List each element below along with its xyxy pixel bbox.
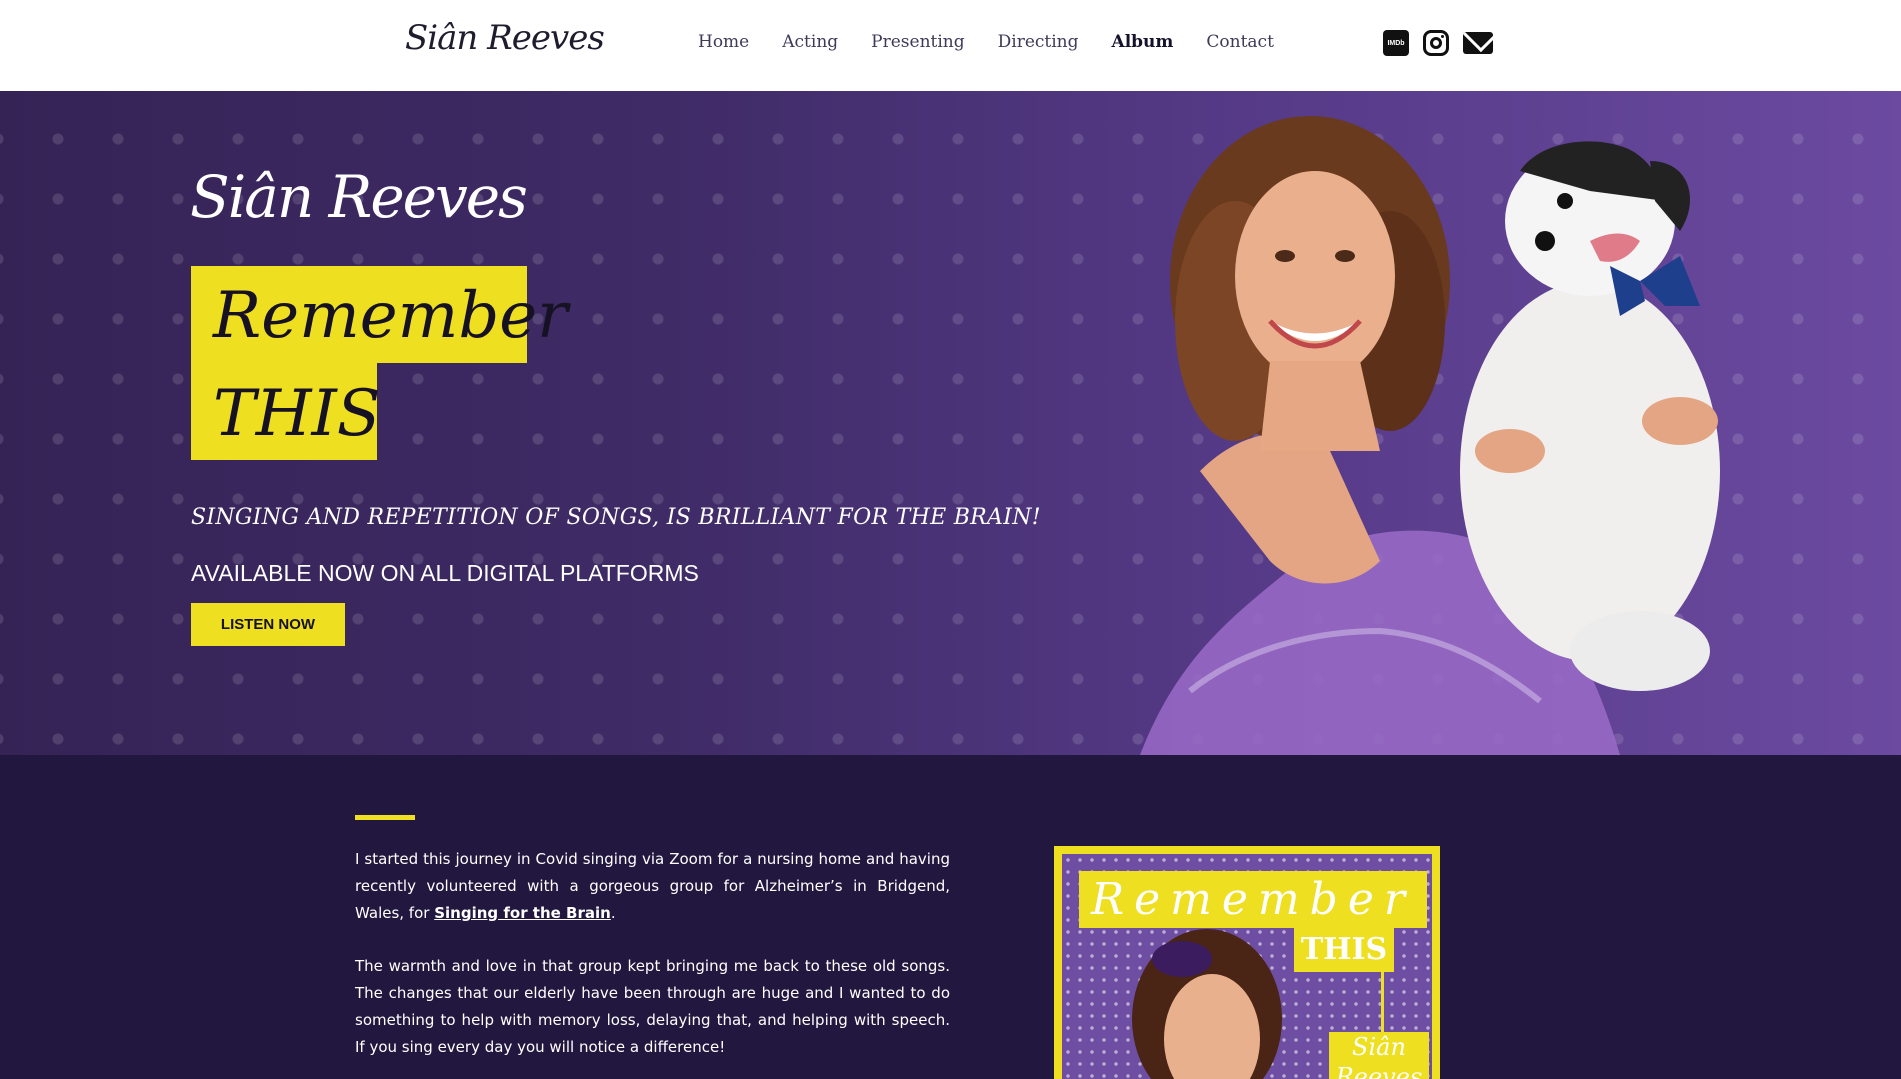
paragraph-text-end: . [610, 904, 616, 922]
instagram-icon[interactable] [1423, 30, 1449, 56]
story-paragraph-1: I started this journey in Covid singing … [355, 846, 950, 927]
hero-photo [1140, 116, 1720, 755]
album-cover-line [1381, 972, 1384, 1032]
hero-title-line2: THIS [213, 377, 381, 451]
album-story-section: I started this journey in Covid singing … [0, 755, 1901, 1079]
imdb-icon[interactable]: IMDb [1383, 30, 1409, 56]
nav-album[interactable]: Album [1112, 32, 1174, 52]
accent-divider [355, 815, 415, 820]
nav-presenting[interactable]: Presenting [871, 32, 964, 52]
social-links: IMDb [1383, 30, 1493, 56]
story-paragraph-2: The warmth and love in that group kept b… [355, 957, 950, 1056]
envelope-icon[interactable] [1463, 32, 1493, 54]
album-cover-title1: Remember [1079, 871, 1427, 928]
album-cover-image: Remember THIS Siân Reeves [1054, 846, 1440, 1079]
listen-now-button[interactable]: LISTEN NOW [191, 603, 345, 646]
nav-acting[interactable]: Acting [782, 32, 838, 52]
album-cover-artist: Siân Reeves [1329, 1032, 1429, 1079]
hero-tagline: SINGING AND REPETITION OF SONGS, IS BRIL… [191, 505, 1041, 530]
album-cover-title2: THIS [1294, 928, 1394, 972]
nav-directing[interactable]: Directing [998, 32, 1079, 52]
hero-banner: Siân Reeves Remember THIS SINGING AND RE… [0, 91, 1901, 755]
nav-contact[interactable]: Contact [1206, 32, 1274, 52]
album-cover-portrait [1132, 929, 1282, 1079]
imdb-label: IMDb [1387, 39, 1405, 47]
availability-text: AVAILABLE NOW ON ALL DIGITAL PLATFORMS [191, 560, 699, 586]
nav-home[interactable]: Home [698, 32, 749, 52]
singing-for-the-brain-link[interactable]: Singing for the Brain [434, 904, 611, 922]
site-header: Siân Reeves Home Acting Presenting Direc… [0, 0, 1901, 91]
hero-signature: Siân Reeves [190, 163, 528, 231]
main-nav: Home Acting Presenting Directing Album C… [698, 32, 1307, 52]
site-logo[interactable]: Siân Reeves [405, 18, 605, 58]
hero-title-line1: Remember [213, 279, 568, 353]
